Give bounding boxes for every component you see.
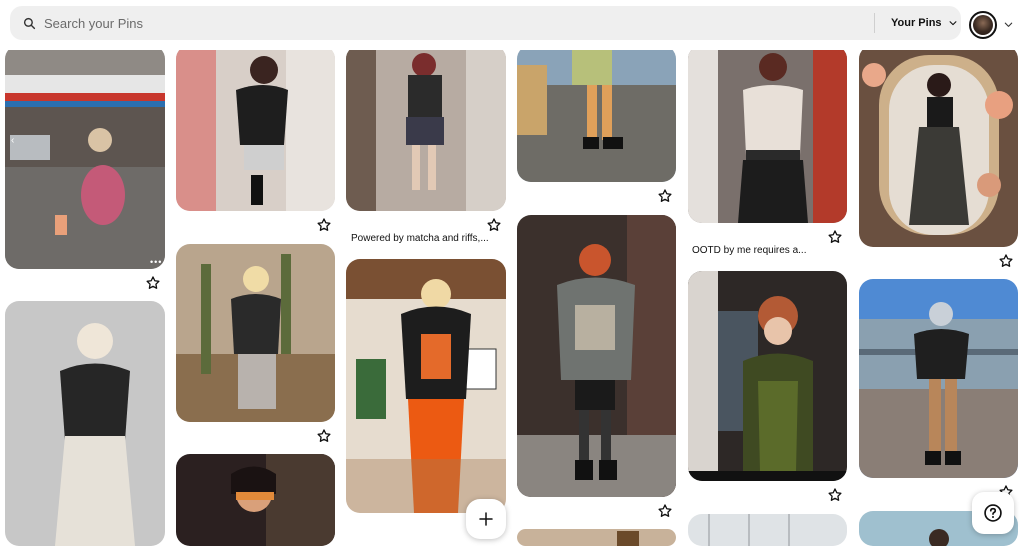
star-icon[interactable] xyxy=(827,487,843,503)
pin-image xyxy=(176,45,335,211)
pin-image xyxy=(688,514,847,546)
pin-card[interactable] xyxy=(517,45,676,182)
chevron-down-icon[interactable] xyxy=(1003,19,1014,30)
search-input[interactable] xyxy=(44,8,864,38)
pin-image xyxy=(5,45,165,269)
avatar[interactable] xyxy=(969,11,997,39)
pin-caption[interactable]: OOTD by me requires a... xyxy=(692,245,806,256)
pin-image xyxy=(176,454,335,546)
star-icon[interactable] xyxy=(316,217,332,233)
star-icon[interactable] xyxy=(486,217,502,233)
pin-grid: ••• ‹ Powered by matcha and riffs,... OO… xyxy=(0,0,1023,546)
pin-card[interactable] xyxy=(176,244,335,422)
top-bar: Your Pins xyxy=(0,0,1023,50)
pin-image xyxy=(688,271,847,481)
star-icon[interactable] xyxy=(316,428,332,444)
star-icon[interactable] xyxy=(827,229,843,245)
pin-card[interactable] xyxy=(688,514,847,546)
pin-card[interactable] xyxy=(517,529,676,546)
pin-card[interactable] xyxy=(688,45,847,223)
search-divider xyxy=(874,13,875,33)
your-pins-filter[interactable]: Your Pins xyxy=(891,6,958,40)
pin-card[interactable] xyxy=(346,259,506,513)
star-icon[interactable] xyxy=(657,503,673,519)
pin-card[interactable] xyxy=(5,301,165,546)
pin-image xyxy=(346,259,506,513)
help-button[interactable] xyxy=(972,492,1014,534)
pin-card[interactable] xyxy=(859,45,1018,247)
pin-image xyxy=(517,529,676,546)
star-icon[interactable] xyxy=(145,275,161,291)
pin-image xyxy=(859,45,1018,247)
pin-image xyxy=(5,301,165,546)
pin-card[interactable] xyxy=(176,454,335,546)
pin-image xyxy=(346,45,506,211)
search-bar[interactable]: Your Pins xyxy=(10,6,961,40)
pin-image xyxy=(176,244,335,422)
star-icon[interactable] xyxy=(998,253,1014,269)
pin-card[interactable] xyxy=(176,45,335,211)
avatar-image xyxy=(973,15,993,35)
search-icon xyxy=(22,16,36,30)
pin-card[interactable] xyxy=(346,45,506,211)
pin-caption[interactable]: Powered by matcha and riffs,... xyxy=(351,233,489,244)
pin-card[interactable] xyxy=(688,271,847,481)
chevron-down-icon xyxy=(949,21,956,26)
create-pin-button[interactable] xyxy=(466,499,506,539)
pin-image xyxy=(517,45,676,182)
pin-image xyxy=(859,279,1018,478)
pin-image xyxy=(688,45,847,223)
pin-card[interactable]: ••• ‹ xyxy=(5,45,165,269)
your-pins-label: Your Pins xyxy=(891,17,942,29)
carousel-dots: ••• xyxy=(150,257,163,267)
plus-icon xyxy=(479,512,493,526)
pin-card[interactable] xyxy=(517,215,676,497)
help-icon xyxy=(984,504,1002,522)
pin-card[interactable] xyxy=(859,279,1018,478)
star-icon[interactable] xyxy=(657,188,673,204)
pin-image xyxy=(517,215,676,497)
carousel-left-icon[interactable]: ‹ xyxy=(11,135,21,146)
